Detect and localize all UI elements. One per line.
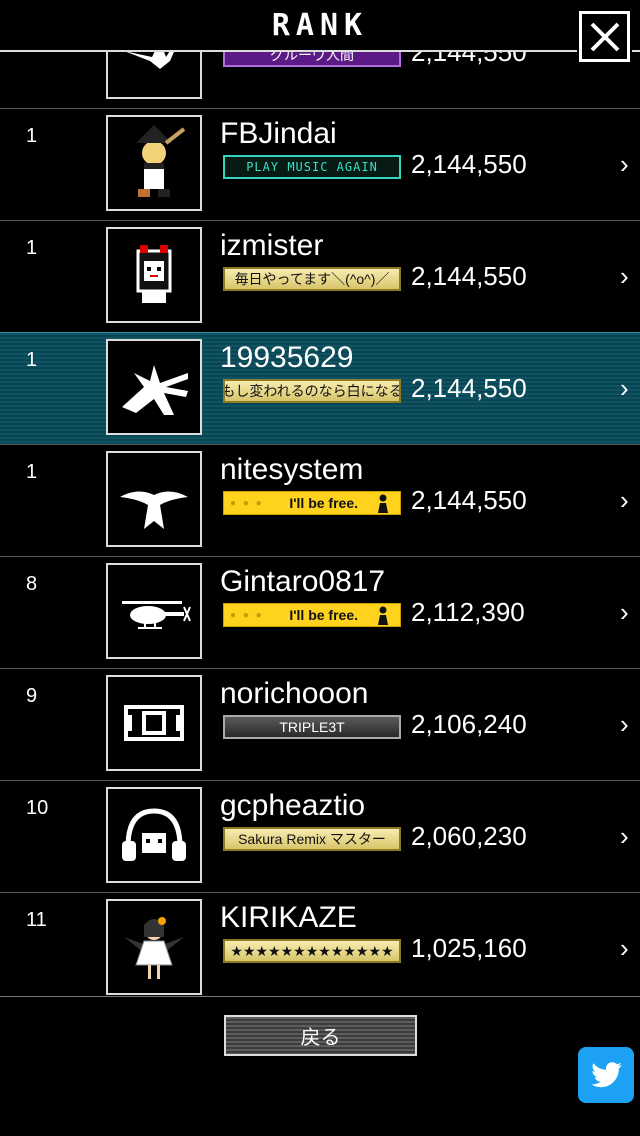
title-badge: もし変われるのなら白になる [223,379,401,403]
pixel-bow-icon [124,705,184,741]
score-value: 2,144,550 [411,52,527,67]
chevron-right-icon[interactable]: › [620,373,629,404]
badge-text: ★★★★★★★★★★★★★ [230,942,394,959]
player-name: 19935629 [220,341,354,374]
score-value: 2,144,550 [411,261,527,291]
twitter-bird-icon [591,1062,622,1088]
badge-text: もし変われるのなら白になる [223,383,401,399]
player-avatar[interactable] [106,339,202,435]
player-name: KIRIKAZE [220,901,357,934]
ranking-row[interactable]: 9 norichooon TRIPLE3T 2,106,240 › [0,668,640,780]
score-value: 2,106,240 [411,709,527,739]
score-value: 1,025,160 [411,933,527,963]
ranking-row[interactable]: グルーヴ人間2,144,550› [0,52,640,108]
title-badge: グルーヴ人間 [223,52,401,67]
chevron-right-icon[interactable]: › [620,597,629,628]
title-badge: ● ● ● I'll be free. [223,603,401,627]
score-value: 2,144,550 [411,485,527,515]
player-name: Gintaro0817 [220,565,386,598]
badge-dots: ● ● ● [230,610,264,621]
title-badge: 毎日やってます＼(^o^)／ [223,267,401,291]
badge-text: グルーヴ人間 [270,52,354,63]
score-value: 2,144,550 [411,373,527,403]
score-value: 2,144,550 [411,149,527,179]
close-icon [590,22,619,51]
header-bar: RANK [0,0,640,52]
figure-silhouette-icon [378,606,388,625]
rank-number: 1 [26,349,38,371]
rank-number: 10 [26,797,49,819]
player-name: izmister [220,229,324,262]
ranking-row[interactable]: 10 gcpheaztio Sakura Remix マスター 2,060,230 › [0,780,640,892]
ranking-row[interactable]: 1 FBJindai PLAY MUSIC AGAIN 2,144,550 › [0,108,640,220]
ranking-list[interactable]: グルーヴ人間 2,144,550 › 1 FBJindai PLAY MUSIC AGAI… [0,52,640,996]
player-avatar[interactable] [106,675,202,771]
rank-number: 1 [26,237,38,259]
rank-number: 11 [26,909,47,931]
close-button[interactable] [577,9,632,64]
player-name: gcpheaztio [220,789,366,822]
helicopter-icon [122,601,191,629]
rank-number: 1 [26,461,38,483]
ranking-row[interactable]: 11 KIRIKAZE ★★★★★★★★★★★★★ 1,025,160 › [0,892,640,996]
bird-emblem-icon [126,52,174,69]
chevron-right-icon[interactable]: › [620,933,629,964]
title-badge: ★★★★★★★★★★★★★ [223,939,401,963]
chevron-right-icon[interactable]: › [620,485,629,516]
badge-text: PLAY MUSIC AGAIN [246,160,378,174]
badge-text: TRIPLE3T [279,719,345,735]
bird-silhouette-icon [120,491,188,529]
winged-figure-icon [122,365,188,415]
badge-text: 毎日やってます＼(^o^)／ [234,271,390,287]
pixel-girl-icon [136,245,172,303]
player-avatar[interactable] [106,52,202,99]
badge-text: Sakura Remix マスター [238,831,386,847]
player-name: norichooon [220,677,369,710]
badge-text: I'll be free. [289,607,358,623]
witch-character-icon [136,125,186,197]
headphones-invader-icon [122,808,186,861]
ranking-row[interactable]: 8 Gintaro0817 ● ● ● I'll be free. 2,112,390 › [0,556,640,668]
player-avatar[interactable] [106,563,202,659]
ranking-list-content: グルーヴ人間 2,144,550 › 1 FBJindai PLAY MUSIC AGAI… [0,52,640,996]
player-name: nitesystem [220,453,364,486]
title-badge: PLAY MUSIC AGAIN [223,155,401,179]
score-value: 2,060,230 [411,821,527,851]
page-title: RANK [271,8,369,43]
ranking-row[interactable]: 1 19935629 もし変われるのなら白になる 2,144,550 › [0,332,640,444]
player-avatar[interactable] [106,787,202,883]
badge-text: I'll be free. [289,495,358,511]
chevron-right-icon[interactable]: › [620,709,629,740]
title-badge: ● ● ● I'll be free. [223,491,401,515]
ranking-row[interactable]: 1 nitesystem ● ● ● I'll be free. 2,144,550 › [0,444,640,556]
rank-number: 1 [26,125,38,147]
player-avatar[interactable] [106,227,202,323]
title-badge: TRIPLE3T [223,715,401,739]
title-badge: Sakura Remix マスター [223,827,401,851]
twitter-share-button[interactable] [578,1047,634,1103]
chevron-right-icon[interactable]: › [620,149,629,180]
back-button[interactable]: 戻る [223,1014,418,1057]
player-avatar[interactable] [106,115,202,211]
ranking-row[interactable]: 1 izmister 毎日やってます＼(^o^)／ 2,144,550 › [0,220,640,332]
rank-number: 8 [26,573,38,595]
rank-number: 9 [26,685,38,707]
chevron-right-icon[interactable]: › [620,261,629,292]
player-avatar[interactable] [106,899,202,995]
chevron-right-icon[interactable]: › [620,821,629,852]
player-name: FBJindai [220,117,337,150]
figure-silhouette-icon [378,494,388,513]
footer-bar: 戻る [0,996,640,1136]
score-value: 2,112,390 [411,597,525,627]
angel-girl-icon [124,917,184,979]
badge-dots: ● ● ● [230,498,264,509]
player-avatar[interactable] [106,451,202,547]
